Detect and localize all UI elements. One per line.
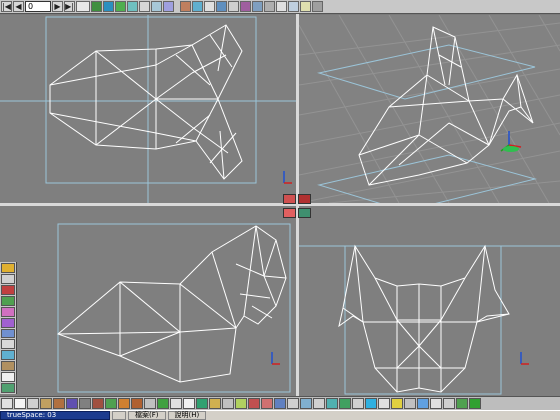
camera-icon[interactable] bbox=[192, 1, 203, 12]
plane-primitive-icon[interactable] bbox=[66, 398, 78, 409]
light-bulb-icon[interactable] bbox=[300, 1, 311, 12]
shaded-icon[interactable] bbox=[417, 398, 429, 409]
render-tool-icon[interactable] bbox=[391, 398, 403, 409]
top-view-canvas bbox=[0, 15, 296, 203]
sphere-icon[interactable] bbox=[1, 372, 15, 383]
axis-icon[interactable] bbox=[456, 398, 468, 409]
help-icon[interactable] bbox=[469, 398, 481, 409]
dopesheet-icon[interactable] bbox=[76, 1, 90, 12]
morph-icon[interactable] bbox=[151, 1, 162, 12]
taskbar-help-menu[interactable]: 說明(H) bbox=[167, 411, 207, 420]
sphere2-primitive-icon[interactable] bbox=[79, 398, 91, 409]
cone-primitive-icon[interactable] bbox=[40, 398, 52, 409]
flatten-icon[interactable] bbox=[287, 398, 299, 409]
side-view-canvas bbox=[299, 244, 560, 395]
top-toolbar: |◀ ◀ 0 ▶ ▶| bbox=[0, 0, 560, 14]
uv-icon[interactable] bbox=[1, 350, 15, 361]
taskbar-item-blank[interactable] bbox=[112, 411, 126, 420]
perspective-view[interactable] bbox=[299, 15, 560, 203]
chart-icon[interactable] bbox=[264, 1, 275, 12]
sculpt-icon[interactable] bbox=[274, 398, 286, 409]
boolean-icon[interactable] bbox=[170, 398, 182, 409]
taskbar-file-menu[interactable]: 檔案(F) bbox=[128, 411, 166, 420]
move-tool-icon[interactable] bbox=[91, 1, 102, 12]
side-view[interactable] bbox=[299, 206, 560, 396]
face-icon[interactable] bbox=[1, 306, 15, 317]
bone-icon[interactable] bbox=[1, 339, 15, 350]
magnet-icon[interactable] bbox=[1, 383, 15, 394]
taskbar: trueSpace: 03 檔案(F) 說明(H) bbox=[0, 410, 560, 420]
spline-icon[interactable] bbox=[131, 398, 143, 409]
pose-tool-icon[interactable] bbox=[127, 1, 138, 12]
light-icon[interactable] bbox=[204, 1, 215, 12]
stamp-icon[interactable] bbox=[261, 398, 273, 409]
extrude-icon[interactable] bbox=[144, 398, 156, 409]
paint-brush-icon[interactable] bbox=[209, 398, 221, 409]
mirror-icon[interactable] bbox=[352, 398, 364, 409]
camera-tool-icon[interactable] bbox=[365, 398, 377, 409]
snap-icon[interactable] bbox=[252, 1, 263, 12]
texture-icon[interactable] bbox=[1, 361, 15, 372]
deform-icon[interactable] bbox=[228, 1, 239, 12]
torus-primitive-icon[interactable] bbox=[53, 398, 65, 409]
particles-icon[interactable] bbox=[196, 398, 208, 409]
eraser-icon[interactable] bbox=[222, 398, 234, 409]
group-icon[interactable] bbox=[288, 1, 299, 12]
skeleton-icon[interactable] bbox=[139, 1, 150, 12]
play-forward-icon[interactable]: ▶ bbox=[52, 1, 63, 12]
pinch-icon[interactable] bbox=[313, 398, 325, 409]
play-back-icon[interactable]: ◀ bbox=[13, 1, 24, 12]
material-icon[interactable] bbox=[1, 295, 15, 306]
cylinder-primitive-icon[interactable] bbox=[27, 398, 39, 409]
inflate-icon[interactable] bbox=[300, 398, 312, 409]
axis-gizmo-icon bbox=[283, 171, 292, 184]
view-layout-icon[interactable] bbox=[283, 194, 296, 204]
smooth-icon[interactable] bbox=[235, 398, 247, 409]
view-restore-icon[interactable] bbox=[298, 208, 311, 218]
wireframe-icon[interactable] bbox=[404, 398, 416, 409]
pin-icon[interactable] bbox=[240, 1, 251, 12]
crease-icon[interactable] bbox=[326, 398, 338, 409]
snap-toggle-icon[interactable] bbox=[443, 398, 455, 409]
lasso-icon[interactable] bbox=[1, 273, 15, 284]
capsule-primitive-icon[interactable] bbox=[105, 398, 117, 409]
undo-icon[interactable] bbox=[276, 1, 287, 12]
brush-icon[interactable] bbox=[339, 398, 351, 409]
frame-input[interactable]: 0 bbox=[25, 1, 51, 12]
lathe-icon[interactable] bbox=[157, 398, 169, 409]
text-icon[interactable] bbox=[183, 398, 195, 409]
grid-icon[interactable] bbox=[216, 1, 227, 12]
select-tool-icon[interactable] bbox=[1, 263, 15, 273]
sphere-primitive-icon[interactable] bbox=[14, 398, 26, 409]
light-tool-icon[interactable] bbox=[378, 398, 390, 409]
cube-primitive-icon[interactable] bbox=[1, 398, 13, 409]
lattice-icon[interactable] bbox=[163, 1, 174, 12]
front-view[interactable] bbox=[0, 206, 296, 396]
left-toolbar bbox=[0, 262, 17, 394]
paint-icon[interactable] bbox=[1, 284, 15, 295]
tube-primitive-icon[interactable] bbox=[118, 398, 130, 409]
grid-toggle-icon[interactable] bbox=[430, 398, 442, 409]
top-view[interactable] bbox=[0, 15, 296, 203]
disc-primitive-icon[interactable] bbox=[92, 398, 104, 409]
render-icon[interactable] bbox=[180, 1, 191, 12]
mesh-icon[interactable] bbox=[1, 328, 15, 339]
side-axis-gizmo-icon bbox=[520, 352, 529, 365]
rotate-tool-icon[interactable] bbox=[103, 1, 114, 12]
perspective-view-canvas bbox=[299, 15, 560, 203]
view-camera-icon[interactable] bbox=[298, 194, 311, 204]
paint-bucket-icon[interactable] bbox=[248, 398, 260, 409]
front-view-canvas bbox=[57, 223, 291, 393]
go-last-icon[interactable]: ▶| bbox=[64, 1, 75, 12]
front-axis-gizmo-icon bbox=[271, 352, 280, 365]
bottom-toolbar bbox=[0, 396, 560, 410]
viewport-divider-horizontal[interactable] bbox=[0, 203, 560, 206]
view-maximize-icon[interactable] bbox=[283, 208, 296, 218]
scale-tool-icon[interactable] bbox=[115, 1, 126, 12]
up-arrow-icon[interactable] bbox=[312, 1, 323, 12]
go-first-icon[interactable]: |◀ bbox=[1, 1, 12, 12]
palette-icon[interactable] bbox=[1, 317, 15, 328]
taskbar-app-button[interactable]: trueSpace: 03 bbox=[0, 411, 110, 420]
